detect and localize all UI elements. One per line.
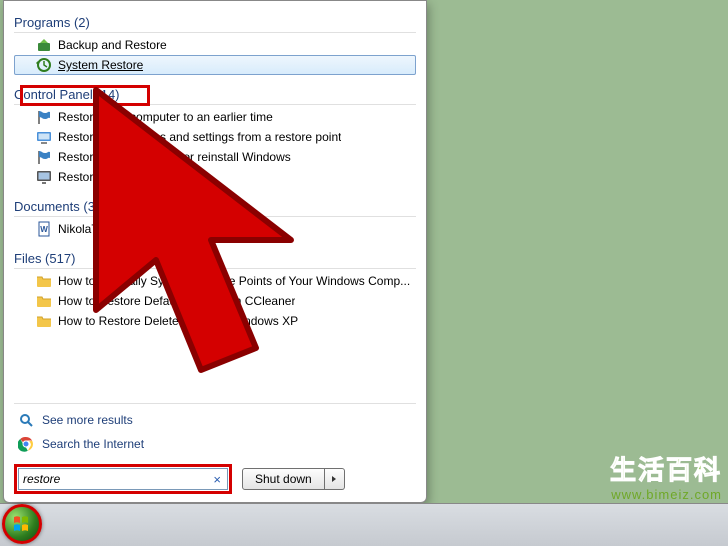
monitor-icon [36,169,52,185]
result-item[interactable]: System Restore [14,55,416,75]
result-item[interactable]: Restore your computer or reinstall Windo… [14,147,416,167]
taskbar [0,503,728,546]
result-item[interactable]: How to Restore Default Settings in CClea… [14,291,416,311]
result-item[interactable]: W NikolaTesla_secrets [14,219,416,239]
result-item-label: NikolaTesla_secrets [58,222,165,236]
word-doc-icon: W [36,221,52,237]
result-item[interactable]: How to Restore Deleted Files in Windows … [14,311,416,331]
search-input[interactable] [23,472,209,486]
search-row: × Shut down [14,460,416,494]
chrome-icon [18,436,34,452]
search-icon [18,412,34,428]
svg-text:W: W [40,225,48,234]
result-group: Control Panel (14) Restore your computer … [14,83,416,187]
result-group: Programs (2) Backup and Restore System Res… [14,11,416,75]
backup-restore-icon [36,37,52,53]
search-box[interactable]: × [18,468,228,490]
result-item-label: Restore system files and settings from a… [58,130,341,144]
flag-icon [36,149,52,165]
watermark-text: 生活百科 [610,450,722,487]
result-item[interactable]: Restore Start Menu Defaults [14,167,416,187]
windows-logo-icon [12,514,32,534]
group-header: Documents (3) [14,195,416,217]
bottom-links: See more results Search the Internet [14,403,416,460]
see-more-results[interactable]: See more results [14,410,416,430]
group-header: Programs (2) [14,11,416,33]
start-menu: Programs (2) Backup and Restore System Res… [3,0,427,503]
search-box-highlight: × [14,464,232,494]
clear-search-icon[interactable]: × [213,472,221,487]
result-item-label: How to Restore Deleted Files in Windows … [58,314,298,328]
shutdown-button[interactable]: Shut down [242,468,325,490]
result-item[interactable]: Backup and Restore [14,35,416,55]
folder-icon [36,273,52,289]
chevron-right-icon [330,475,338,483]
result-item-label: Restore your computer or reinstall Windo… [58,150,291,164]
result-item[interactable]: Restore your computer to an earlier time [14,107,416,127]
result-item[interactable]: Restore system files and settings from a… [14,127,416,147]
folder-icon [36,293,52,309]
search-internet-label: Search the Internet [42,437,144,451]
result-item-label: System Restore [58,58,143,72]
group-header: Control Panel (14) [14,83,416,105]
result-group: Documents (3) W NikolaTesla_secrets [14,195,416,239]
system-icon [36,129,52,145]
search-results: Programs (2) Backup and Restore System Res… [14,11,416,399]
result-item-label: How to Manually System Restore Points of… [58,274,410,288]
see-more-label: See more results [42,413,133,427]
search-internet[interactable]: Search the Internet [14,434,416,454]
result-item[interactable]: How to Manually System Restore Points of… [14,271,416,291]
watermark: 生活百科 www.bimeiz.com [610,450,722,502]
result-group: Files (517) How to Manually System Restor… [14,247,416,331]
flag-icon [36,109,52,125]
system-restore-icon [36,57,52,73]
result-item-label: How to Restore Default Settings in CClea… [58,294,295,308]
result-item-label: Backup and Restore [58,38,167,52]
start-button[interactable] [2,504,42,544]
shutdown-group: Shut down [242,468,345,490]
folder-icon [36,313,52,329]
result-item-label: Restore Start Menu Defaults [58,170,209,184]
result-item-label: Restore your computer to an earlier time [58,110,273,124]
group-header: Files (517) [14,247,416,269]
shutdown-options-button[interactable] [325,468,345,490]
watermark-url: www.bimeiz.com [610,487,722,502]
